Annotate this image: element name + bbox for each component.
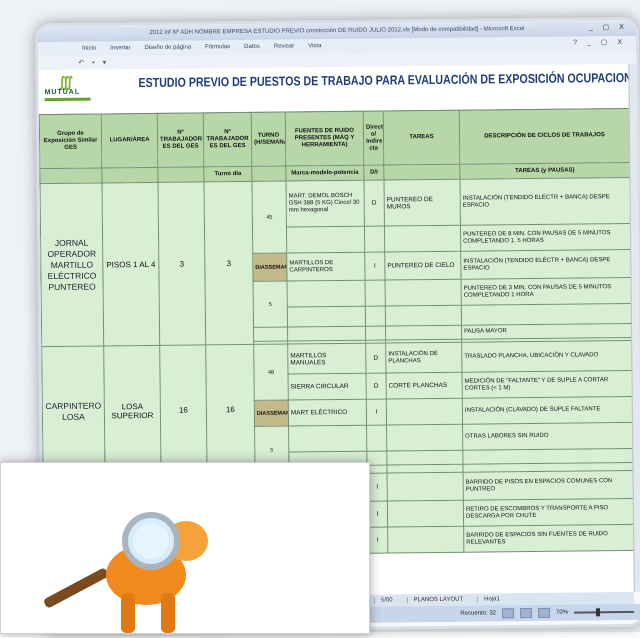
sheet-header: ∭ MUTUAL ESTUDIO PREVIO DE PUESTOS DE TR…: [38, 63, 634, 116]
hdr-grupo: Grupo de Exposición Similar GES: [39, 113, 102, 169]
di-cell[interactable]: I: [366, 399, 387, 426]
fuente-cell[interactable]: MARTILLOS DE CARPINTEROS: [286, 252, 366, 282]
di-cell[interactable]: I: [367, 501, 388, 528]
tab-formulas[interactable]: Fórmulas: [205, 44, 230, 50]
di-cell[interactable]: I: [367, 527, 388, 554]
page-layout-icon[interactable]: [519, 608, 533, 619]
tab-insertar[interactable]: Insertar: [110, 45, 130, 51]
background: 2012 inf Nº ADH NOMBRE EMPRESA ESTUDIO P…: [0, 0, 640, 634]
diasemana-cell[interactable]: DIASSEMANA: [252, 253, 288, 282]
desc-cell[interactable]: PUNTEREO DE 3 MIN. CON PAUSAS DE 5 MINUT…: [461, 277, 632, 306]
sheet-title: ESTUDIO PREVIO DE PUESTOS DE TRABAJO PAR…: [138, 69, 634, 91]
desc-cell[interactable]: INSTALACIÓN (TENDIDO ELÉCTR + BANCA) DES…: [459, 177, 631, 226]
status-count: Recuento: 32: [460, 610, 497, 617]
desc-cell[interactable]: BARRIDO DE ESPACIOS SIN FUENTES DE RUIDO…: [463, 524, 634, 553]
desc-cell[interactable]: TRASLADO PLANCHA, UBICACIÓN Y CLAVADO: [461, 340, 632, 373]
ges-cell[interactable]: CARPINTERO LOSA: [41, 345, 106, 477]
desc-cell[interactable]: MEDICIÓN DE "FALTANTE" Y DE SUPLE A CORT…: [462, 370, 633, 399]
logo-mark-icon: ∭: [58, 73, 74, 90]
fuente-cell[interactable]: MART. DEMOL BOSCH GSH 388 (5 KG) Cincel …: [285, 180, 365, 228]
tarea-cell[interactable]: INSTALACIÓN DE PLANCHAS: [385, 342, 463, 374]
tab-datos[interactable]: Datos: [244, 44, 260, 50]
di-cell[interactable]: I: [364, 252, 386, 281]
window-controls[interactable]: _ ▢ X: [589, 23, 628, 31]
search-figure-card: [0, 462, 370, 634]
turno-cell[interactable]: 48: [253, 344, 289, 401]
tab-revisar[interactable]: Revisar: [274, 43, 294, 49]
lugar-cell[interactable]: LOSA SUPERIOR: [103, 345, 162, 476]
hdr-turno: TURNO (H/SEMANA): [251, 112, 286, 167]
sheet-tab[interactable]: PLANOS LAYOUT: [406, 596, 470, 604]
turno-cell[interactable]: 45: [251, 181, 287, 254]
tab-inicio[interactable]: Inicio: [82, 46, 96, 52]
fuente-cell[interactable]: MARTILLOS MANUALES: [287, 343, 367, 375]
person-magnifier-icon: [44, 512, 208, 633]
diasemana-cell[interactable]: DIASSEMANA: [254, 400, 289, 427]
hdr-marca: Marca-modelo-potencia: [285, 165, 364, 182]
tarea-cell[interactable]: PUNTEREO DE CIELO: [384, 251, 462, 281]
tarea-cell[interactable]: PUNTEREO DE MUROS: [383, 179, 461, 227]
hdr-turno-dia: Turno día: [203, 166, 252, 182]
tab-vista[interactable]: Vista: [308, 43, 321, 49]
desc-cell[interactable]: BARRIDO DE PISOS EN ESPACIOS COMUNES CON…: [463, 470, 634, 501]
hdr-direct: Direct o/ Indire cta: [363, 111, 384, 166]
hdr-di: D/I: [363, 165, 384, 181]
hdr-desc: DESCRIPCIÓN DE CICLOS DE TRABAJOS: [459, 108, 630, 165]
ntrab-cell[interactable]: 16: [159, 344, 208, 476]
save-icon[interactable]: ▪: [92, 59, 95, 66]
zoom-knob[interactable]: [595, 608, 601, 617]
sheet-tab[interactable]: Hoja1: [477, 596, 506, 603]
hdr-tareas-pausas: TAREAS (y PAUSAS): [459, 162, 630, 180]
ribbon-controls[interactable]: ? _ ▢ X: [573, 38, 626, 47]
ges-cell[interactable]: JORNAL OPERADOR MARTILLO ELÉCTRICO PUNTE…: [40, 182, 104, 347]
fuente-cell[interactable]: SIERRA CIRCULAR: [288, 373, 367, 401]
ntrab-cell[interactable]: 3: [157, 181, 206, 346]
desc-cell[interactable]: INSTALACIÓN (CLAVADO) DE SUPLE FALTANTE: [462, 396, 633, 425]
zoom-slider[interactable]: [574, 608, 635, 617]
desc-cell[interactable]: OTRAS LABORES SIN RUIDO: [462, 422, 633, 451]
tarea-cell[interactable]: CORTE PLANCHAS: [386, 372, 463, 400]
hdr-lugar: LUGAR/ÁREA: [101, 113, 158, 168]
logo-bar: [44, 97, 91, 102]
desc-cell[interactable]: INSTALACIÓN (TENDIDO ELÉCTR + BANCA) DES…: [460, 249, 632, 280]
hdr-tareas: TAREAS: [383, 110, 460, 166]
desc-cell[interactable]: RETIRO DE ESCOMBROS Y TRANSPORTE A PISO …: [463, 498, 634, 527]
sheet-tab[interactable]: 5/00: [373, 597, 399, 604]
desc-cell[interactable]: PUNTEREO DE 8 MIN. CON PAUSAS DE 5 MINUT…: [460, 223, 631, 252]
dropdown-icon[interactable]: ▾: [103, 58, 107, 66]
mutual-logo: ∭ MUTUAL: [44, 74, 92, 109]
ntrab-cell[interactable]: 3: [203, 181, 254, 345]
zoom-level: 70%: [555, 609, 569, 616]
fuente-cell[interactable]: MART ELÉCTRICO: [288, 399, 367, 427]
tab-diseno[interactable]: Diseño de página: [144, 45, 191, 51]
di-cell[interactable]: D: [366, 373, 387, 400]
normal-view-icon[interactable]: [501, 608, 515, 619]
logo-name: MUTUAL: [44, 88, 81, 97]
window-title: 2012 inf Nº ADH NOMBRE EMPRESA ESTUDIO P…: [149, 26, 525, 36]
hdr-ntrab1: Nº TRABAJADOR ES DEL GES: [157, 112, 204, 168]
lugar-cell[interactable]: PISOS 1 AL 4: [101, 182, 160, 346]
hdr-ntrab2: Nº TRABAJADOR ES DEL GES: [203, 112, 252, 167]
page-break-icon[interactable]: [537, 607, 551, 618]
ntrab-cell[interactable]: 16: [205, 344, 256, 475]
di-cell[interactable]: I: [367, 473, 388, 502]
di-cell[interactable]: D: [363, 180, 385, 227]
di-cell[interactable]: D: [365, 343, 387, 374]
hdr-fuentes: FUENTES DE RUIDO PRESENTES (MÁQ Y HERRAM…: [285, 111, 364, 167]
turno-cell[interactable]: 5: [253, 281, 288, 328]
undo-icon[interactable]: ↶: [78, 59, 84, 67]
